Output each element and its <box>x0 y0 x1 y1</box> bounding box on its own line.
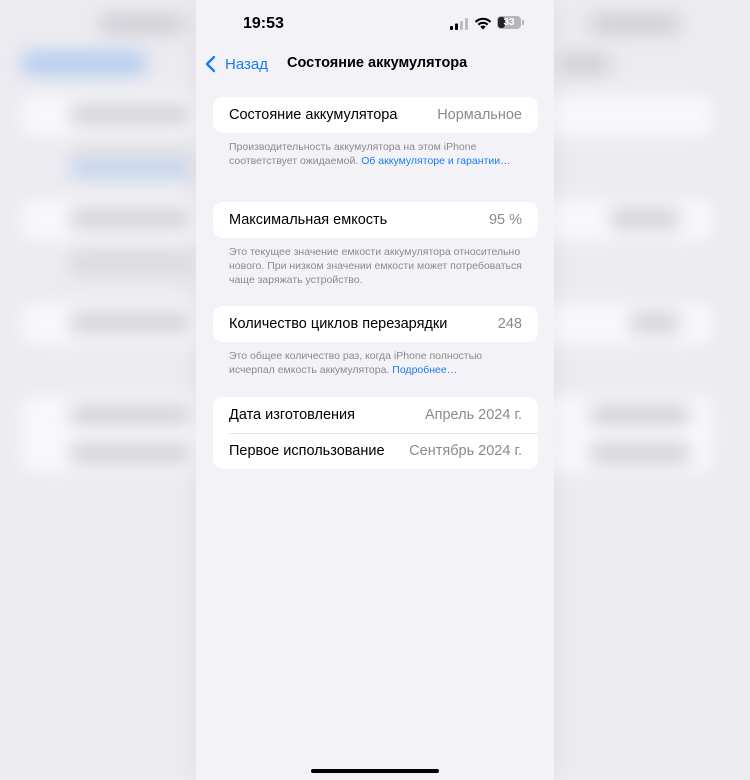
battery-health-row: Состояние аккумулятора Нормальное <box>213 97 538 133</box>
status-time: 19:53 <box>243 15 284 32</box>
cycle-count-row: Количество циклов перезарядки 248 <box>213 306 538 342</box>
max-capacity-label: Максимальная емкость <box>229 212 388 228</box>
battery-health-value: Нормальное <box>437 107 522 123</box>
max-capacity-value: 95 % <box>488 212 522 228</box>
first-use-label: Первое использование <box>229 443 385 459</box>
cellular-signal-icon <box>450 18 468 30</box>
first-use-row: Первое использование Сентябрь 2024 г. <box>213 433 538 469</box>
manufacture-date-label: Дата изготовления <box>229 407 355 423</box>
battery-health-footnote: Производительность аккумулятора на этом … <box>229 140 529 168</box>
cycle-count-value: 248 <box>497 316 522 332</box>
max-capacity-group: Максимальная емкость 95 % <box>213 202 538 238</box>
status-bar: 19:53 33 <box>196 0 554 46</box>
battery-cap <box>522 20 524 25</box>
first-use-value: Сентябрь 2024 г. <box>409 443 522 459</box>
cycle-count-label: Количество циклов перезарядки <box>229 316 448 332</box>
manufacture-date-value: Апрель 2024 г. <box>424 407 522 423</box>
cycle-count-group: Количество циклов перезарядки 248 <box>213 306 538 342</box>
max-capacity-row: Максимальная емкость 95 % <box>213 202 538 238</box>
battery-warranty-link[interactable]: Об аккумуляторе и гарантии… <box>361 155 510 167</box>
battery-health-group: Состояние аккумулятора Нормальное <box>213 97 538 133</box>
max-capacity-note: Это текущее значение емкости аккумулятор… <box>229 246 522 286</box>
phone-screen: 19:53 33 Назад Состояние аккумулятора Со… <box>196 0 554 780</box>
dates-group: Дата изготовления Апрель 2024 г. Первое … <box>213 397 538 469</box>
chevron-left-icon <box>205 55 216 73</box>
cycle-count-more-link[interactable]: Подробнее… <box>392 364 457 376</box>
battery-level: 33 <box>503 17 515 28</box>
page-title: Состояние аккумулятора <box>287 55 468 71</box>
max-capacity-footnote: Это текущее значение емкости аккумулятор… <box>229 245 529 287</box>
wifi-icon <box>474 17 492 30</box>
manufacture-date-row: Дата изготовления Апрель 2024 г. <box>213 397 538 433</box>
battery-health-label: Состояние аккумулятора <box>229 107 398 123</box>
back-button[interactable]: Назад <box>204 52 268 76</box>
back-label: Назад <box>225 55 268 73</box>
battery-icon: 33 <box>497 16 521 29</box>
cycle-count-footnote: Это общее количество раз, когда iPhone п… <box>229 349 529 377</box>
navigation-bar: Назад Состояние аккумулятора <box>196 46 554 82</box>
home-indicator[interactable] <box>311 769 439 773</box>
row-divider <box>229 433 538 434</box>
